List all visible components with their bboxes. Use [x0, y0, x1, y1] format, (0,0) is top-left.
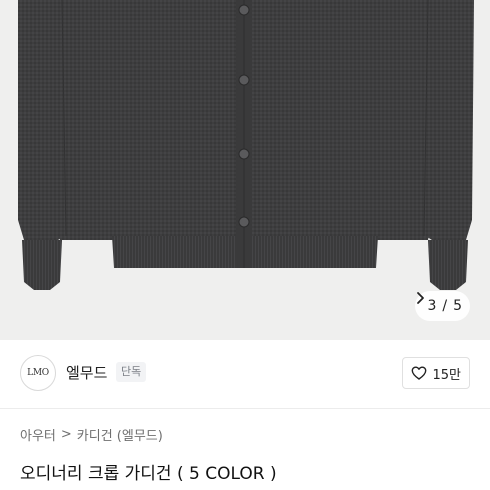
breadcrumb: 아우터 > 카디건 (엘무드): [20, 425, 163, 444]
product-title: 오디너리 크롭 가디건 ( 5 COLOR ): [20, 464, 277, 484]
product-image-carousel[interactable]: 3 / 5: [0, 0, 490, 340]
chevron-right-icon[interactable]: [415, 291, 425, 305]
heart-outline-icon: [412, 366, 427, 380]
exclusive-badge: 단독: [116, 362, 147, 382]
breadcrumb-category[interactable]: 아우터: [20, 425, 56, 444]
cardigan-photo: [18, 0, 474, 290]
like-count: 15만: [432, 367, 461, 383]
image-pager[interactable]: 3 / 5: [415, 291, 470, 321]
shop-logo[interactable]: LMO: [20, 355, 56, 391]
pager-separator: /: [442, 298, 448, 314]
pager-total: 5: [453, 298, 462, 314]
shop-info-row: LMO 엘무드 단독 15만: [0, 340, 490, 409]
breadcrumb-separator: >: [60, 427, 72, 442]
shop-name[interactable]: 엘무드: [66, 362, 107, 383]
pager-current: 3: [427, 298, 437, 314]
product-page: 3 / 5 LMO 엘무드 단독 15만 아우터 > 카디건 (엘무드) 오디너…: [0, 0, 490, 490]
breadcrumb-subcategory[interactable]: 카디건 (엘무드): [77, 425, 163, 444]
like-button[interactable]: 15만: [402, 357, 470, 389]
